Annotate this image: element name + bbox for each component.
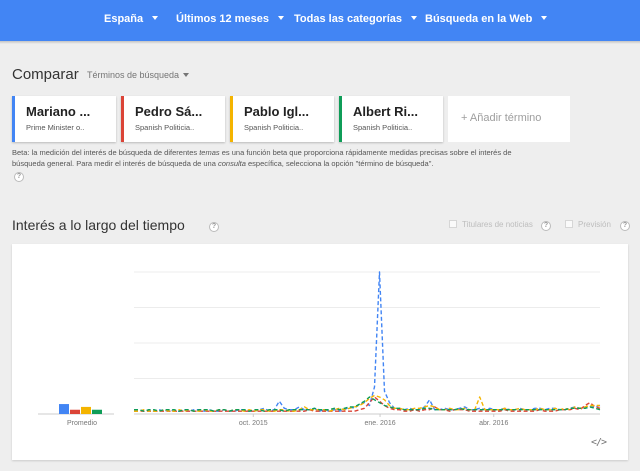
term-color-bar [12,96,15,142]
news-headlines-label: Titulares de noticias [462,220,533,229]
interest-chart-panel: Promedio oct. 2015 ene. 2016 abr. 2016 </> [12,244,628,460]
term-color-bar [121,96,124,142]
series-line [134,394,600,412]
compare-title: Comparar [12,66,79,83]
chevron-down-icon [183,72,190,77]
compare-mode-label: Términos de búsqueda [87,70,180,80]
term-subtitle: Prime Minister o.. [26,123,85,132]
help-icon[interactable]: ? [209,222,219,232]
average-label: Promedio [67,420,97,427]
help-icon[interactable]: ? [541,221,551,231]
term-card-4[interactable]: Albert Ri... Spanish Politicia.. [339,96,443,142]
average-bar [81,406,91,414]
term-subtitle: Spanish Politicia.. [135,123,195,132]
time-range-filter-label: Últimos 12 meses [176,13,269,25]
average-bar [70,409,80,414]
compare-mode-dropdown[interactable]: Términos de búsqueda [87,70,190,80]
embed-code-icon[interactable]: </> [591,437,607,448]
help-icon[interactable]: ? [14,172,24,182]
filter-bar: España Últimos 12 meses Todas las catego… [0,0,640,41]
term-name: Pablo Igl... [244,104,310,119]
time-range-filter[interactable]: Últimos 12 meses [176,0,284,41]
beta-note: Beta: la medición del interés de búsqued… [12,148,532,169]
term-card-1[interactable]: Mariano ... Prime Minister o.. [12,96,116,142]
term-name: Albert Ri... [353,104,419,119]
chevron-down-icon [541,16,548,21]
average-bar [92,409,102,414]
beta-note-emphasis: consulta [217,158,246,168]
x-tick-label: oct. 2015 [239,420,268,427]
term-card-2[interactable]: Pedro Sá... Spanish Politicia.. [121,96,225,142]
chevron-down-icon [152,16,159,21]
beta-note-text: específica, selecciona la opción "términ… [245,158,434,168]
chevron-down-icon [277,16,284,21]
forecast-toggle[interactable]: Previsión [565,219,611,229]
beta-note-emphasis: temas [199,148,220,157]
forecast-label: Previsión [578,220,611,229]
filter-bar-shadow [0,41,640,44]
news-headlines-toggle[interactable]: Titulares de noticias [449,219,533,229]
region-filter[interactable]: España [104,0,159,41]
x-tick-label: abr. 2016 [479,420,508,427]
checkbox-icon [449,219,457,228]
average-bar [59,404,69,414]
checkbox-icon [565,219,573,228]
term-color-bar [230,96,233,142]
term-subtitle: Spanish Politicia.. [353,123,413,132]
add-term-label: + Añadir término [461,112,542,124]
region-filter-label: España [104,13,144,25]
search-type-filter-label: Búsqueda en la Web [425,13,533,25]
search-type-filter[interactable]: Búsqueda en la Web [425,0,548,41]
interest-line-chart: Promedio oct. 2015 ene. 2016 abr. 2016 [38,271,601,427]
beta-note-text: Beta: la medición del interés de búsqued… [12,148,200,157]
category-filter[interactable]: Todas las categorías [294,0,418,41]
help-icon[interactable]: ? [620,221,630,231]
term-card-3[interactable]: Pablo Igl... Spanish Politicia.. [230,96,334,142]
term-name: Pedro Sá... [135,104,203,119]
add-term-button[interactable]: + Añadir término [448,96,570,142]
term-name: Mariano ... [26,104,91,119]
interest-over-time-title: Interés a lo largo del tiempo [12,217,185,233]
term-color-bar [339,96,342,142]
chevron-down-icon [411,16,418,21]
series-line [134,271,601,412]
x-tick-label: ene. 2016 [364,420,395,427]
category-filter-label: Todas las categorías [294,13,403,25]
term-subtitle: Spanish Politicia.. [244,123,304,132]
